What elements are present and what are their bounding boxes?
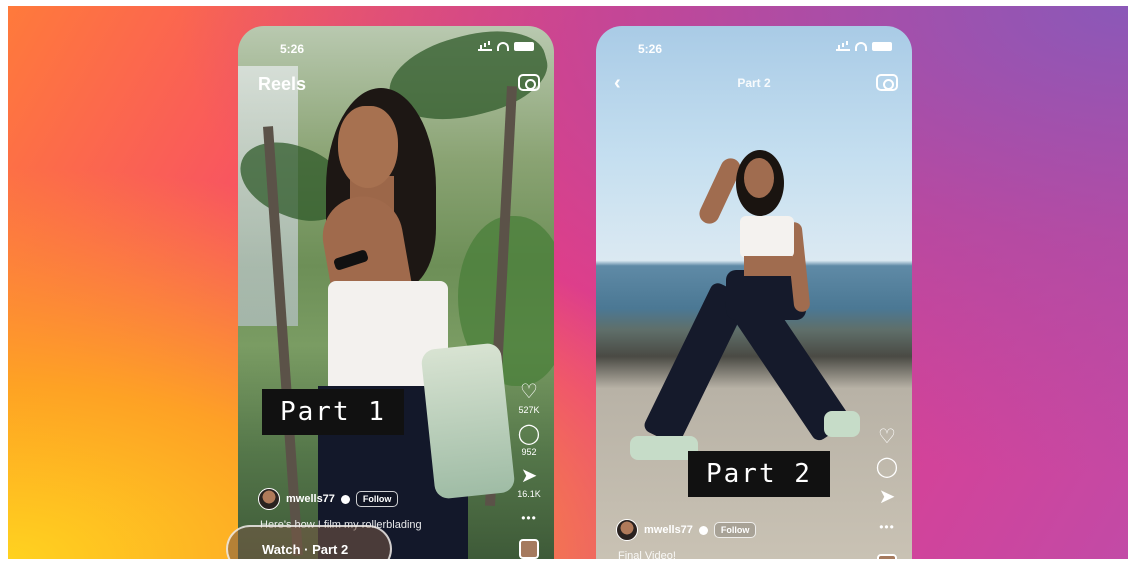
status-time: 5:26	[638, 42, 663, 56]
username[interactable]: mwells77	[286, 493, 335, 505]
person-top	[740, 216, 794, 258]
comment-icon[interactable]: ◯	[517, 423, 541, 445]
audio-icon[interactable]	[877, 554, 897, 559]
author-row: mwells77 Follow	[616, 519, 757, 541]
part-label: Part 2	[688, 451, 830, 497]
person-waist	[744, 256, 792, 276]
page-title: Part 2	[737, 76, 771, 90]
avatar[interactable]	[616, 519, 638, 541]
reel-actions: ♡ 527K ◯ 952 ➤ 16.1K •••	[514, 381, 544, 559]
status-time: 5:26	[280, 42, 305, 56]
status-icons	[836, 42, 892, 51]
status-bar: 5:26	[596, 42, 912, 58]
comment-icon[interactable]: ◯	[875, 456, 899, 478]
phone-reels-part-1: 5:26 Reels Part 1 ♡ 527K ◯ 952 ➤ 16.1K •…	[238, 26, 554, 559]
follow-button[interactable]: Follow	[355, 491, 399, 507]
verified-icon	[698, 525, 708, 535]
verified-icon	[340, 494, 350, 504]
wifi-icon	[855, 42, 867, 51]
signal-icon	[478, 42, 492, 51]
reels-header: ‹ Part 2	[596, 70, 912, 98]
share-icon[interactable]: ➤	[875, 486, 899, 508]
person-face	[338, 106, 398, 188]
author-row: mwells77 Follow	[258, 488, 399, 510]
watch-part-2-button[interactable]: Watch · Part 2	[226, 525, 392, 559]
roller-skates	[420, 342, 516, 500]
more-icon[interactable]: •••	[517, 507, 541, 529]
status-icons	[478, 42, 534, 51]
audio-icon[interactable]	[519, 539, 539, 559]
reel-caption[interactable]: Final Video!	[618, 550, 676, 559]
person-face	[744, 158, 774, 198]
follow-button[interactable]: Follow	[713, 522, 757, 538]
reels-header: Reels	[238, 70, 554, 98]
page-title: Reels	[258, 74, 307, 94]
share-count: 16.1K	[517, 489, 541, 499]
share-icon[interactable]: ➤	[517, 465, 541, 487]
camera-icon[interactable]	[876, 74, 898, 91]
phone-reels-part-2: 5:26 ‹ Part 2 Part 2 ♡ ◯ ➤ ••• mwells77 …	[596, 26, 912, 559]
username[interactable]: mwells77	[644, 524, 693, 536]
battery-icon	[872, 42, 892, 51]
comment-count: 952	[521, 447, 537, 457]
promo-banner: 5:26 Reels Part 1 ♡ 527K ◯ 952 ➤ 16.1K •…	[8, 6, 1128, 559]
wifi-icon	[497, 42, 509, 51]
roller-skate	[824, 411, 860, 437]
heart-icon[interactable]: ♡	[517, 381, 541, 403]
more-icon[interactable]: •••	[875, 516, 899, 538]
signal-icon	[836, 42, 850, 51]
battery-icon	[514, 42, 534, 51]
like-count: 527K	[518, 405, 540, 415]
camera-icon[interactable]	[518, 74, 540, 91]
status-bar: 5:26	[238, 42, 554, 58]
part-label: Part 1	[262, 389, 404, 435]
heart-icon[interactable]: ♡	[875, 426, 899, 448]
reel-actions: ♡ ◯ ➤ •••	[872, 426, 902, 559]
avatar[interactable]	[258, 488, 280, 510]
